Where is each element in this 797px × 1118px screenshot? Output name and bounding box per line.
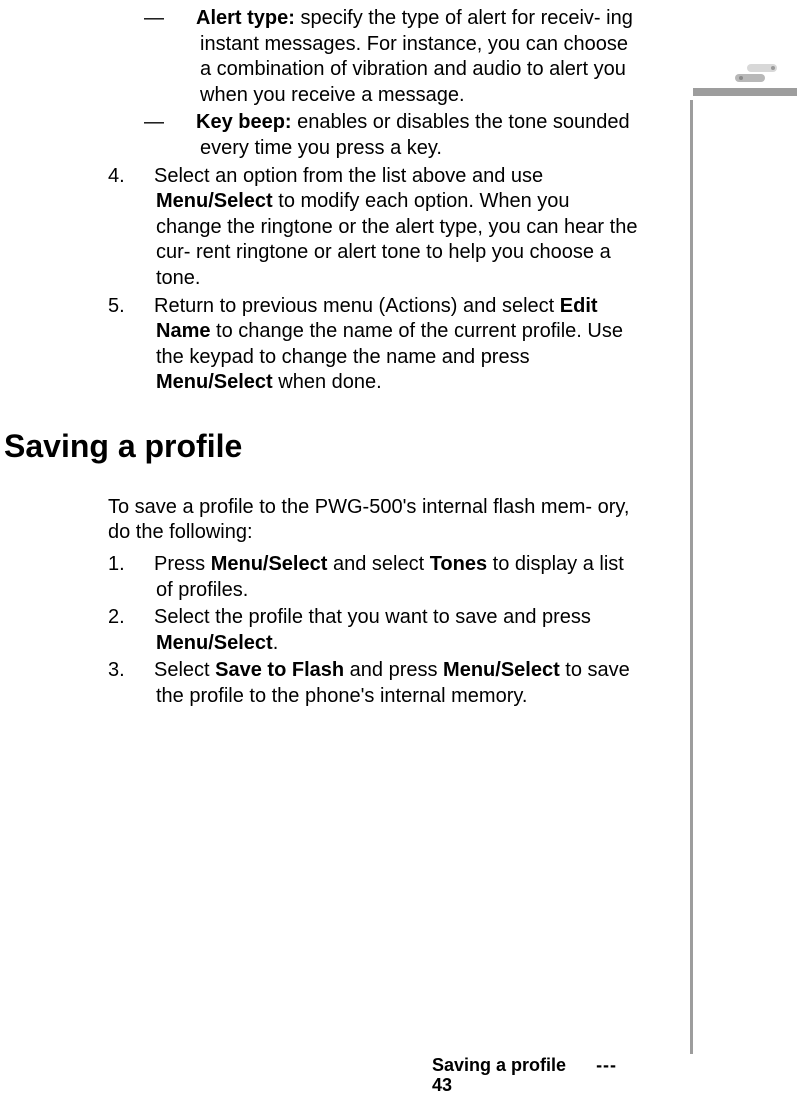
numbered-item: 1.Press Menu/Select and select Tones to … <box>132 552 640 603</box>
footer-dashes: --- <box>596 1055 617 1075</box>
carryover-sub-items: —Alert type: specify the type of alert f… <box>0 6 640 162</box>
page-footer: Saving a profile --- 43 <box>432 1055 642 1096</box>
body-content: —Alert type: specify the type of alert f… <box>0 6 650 712</box>
section-numbered: 1.Press Menu/Select and select Tones to … <box>0 552 640 710</box>
phone-tab-icon <box>733 60 781 94</box>
numbered-item: 3.Select Save to Flash and press Menu/Se… <box>132 658 640 709</box>
sub-item: —Alert type: specify the type of alert f… <box>172 6 640 108</box>
carryover-numbered: 4.Select an option from the list above a… <box>0 164 640 396</box>
footer-page: 43 <box>432 1075 452 1095</box>
page: —Alert type: specify the type of alert f… <box>0 0 797 1118</box>
numbered-item: 4.Select an option from the list above a… <box>132 164 640 292</box>
numbered-item: 5.Return to previous menu (Actions) and … <box>132 294 640 396</box>
side-rule <box>690 100 693 1054</box>
numbered-item: 2.Select the profile that you want to sa… <box>132 605 640 656</box>
sub-item: —Key beep: enables or disables the tone … <box>172 110 640 161</box>
footer-title: Saving a profile <box>432 1055 566 1075</box>
section-heading: Saving a profile <box>4 426 640 467</box>
section-intro: To save a profile to the PWG-500's inter… <box>108 495 640 546</box>
